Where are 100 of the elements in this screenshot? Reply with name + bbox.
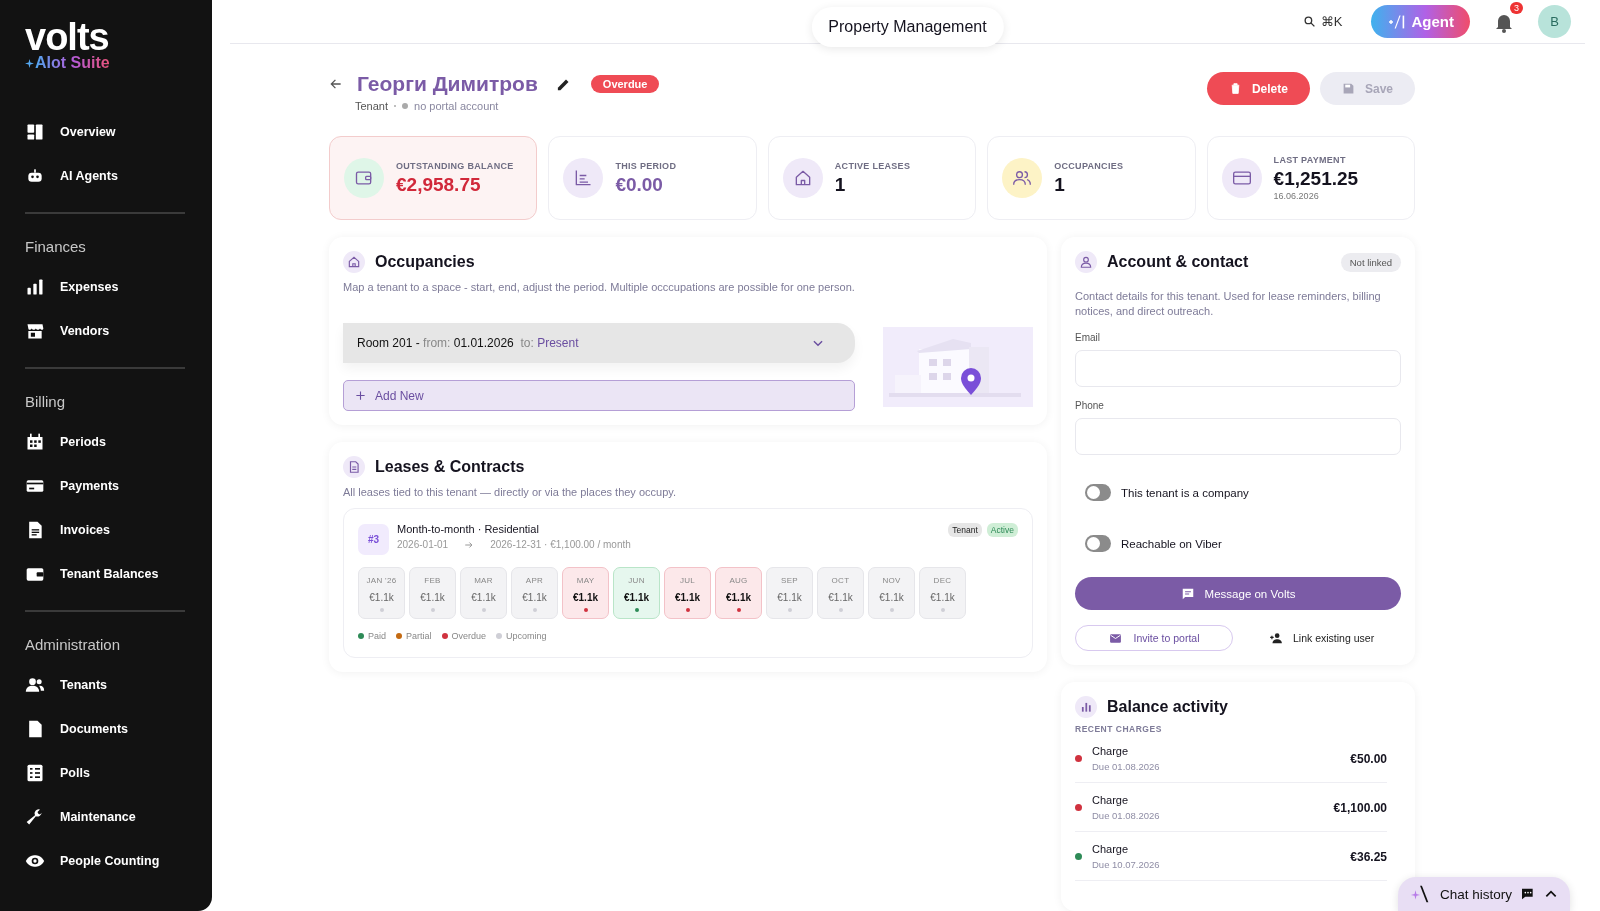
sidebar-item[interactable]: Tenants — [25, 663, 107, 707]
arrow-right-icon — [464, 539, 475, 550]
charge-amount: €50.00 — [1350, 751, 1387, 766]
chat-history-button[interactable]: Chat history — [1397, 877, 1570, 911]
dashboard-icon — [25, 122, 45, 142]
sidebar-item[interactable]: Invoices — [25, 508, 111, 552]
sidebar-item[interactable]: Expenses — [25, 265, 119, 309]
save-icon — [1341, 82, 1355, 95]
charge-title: Charge — [1092, 745, 1130, 757]
charge-amount: €36.25 — [1350, 849, 1387, 864]
message-button[interactable]: Message on Volts — [1075, 577, 1401, 610]
sidebar-item[interactable]: Maintenance — [25, 795, 136, 839]
tenant-name: Георги Димитров — [357, 72, 538, 96]
stat-label: ACTIVE LEASES — [834, 160, 911, 171]
notification-count: 3 — [1510, 1, 1523, 14]
store-icon — [25, 321, 45, 341]
month-tile: MAY €1.1k — [562, 567, 609, 619]
charge-due-date: Due 10.07.2026 — [1092, 859, 1161, 870]
month-tile: APR €1.1k — [511, 567, 558, 619]
month-tile: JAN '26 €1.1k — [358, 567, 405, 619]
field-label: Phone — [1075, 400, 1105, 411]
link-user-button[interactable]: Link existing user — [1263, 630, 1381, 646]
ai-logo-icon — [1386, 13, 1407, 30]
field-label: Email — [1075, 332, 1101, 343]
status-badge: Overdue — [590, 75, 660, 93]
sidebar-item[interactable]: Overview — [25, 110, 116, 154]
charge-title: Charge — [1092, 843, 1130, 855]
month-tile: NOV €1.1k — [868, 567, 915, 619]
stat-label: THIS PERIOD — [615, 160, 677, 171]
sidebar-item[interactable]: Documents — [25, 707, 129, 751]
back-arrow-icon[interactable] — [329, 77, 343, 91]
delete-button[interactable]: Delete — [1206, 72, 1310, 105]
person-icon — [1075, 251, 1097, 273]
month-tile: DEC €1.1k — [919, 567, 966, 619]
sidebar-item[interactable]: Periods — [25, 420, 106, 464]
house-icon — [343, 251, 365, 273]
period-icon — [563, 158, 604, 198]
checklist-icon — [25, 763, 45, 783]
legend-label: Paid — [368, 631, 386, 641]
search-button[interactable]: ⌘K — [1296, 13, 1349, 30]
balance-icon — [344, 158, 384, 198]
legend-label: Upcoming — [506, 631, 547, 641]
stat-value: €2,958.75 — [396, 173, 482, 196]
legend-label: Overdue — [451, 631, 487, 641]
charge-amount: €1,100.00 — [1333, 800, 1387, 815]
bars-icon — [25, 277, 45, 297]
section-description: Map a tenant to a space - start, end, adjust the period. Multiple occcupations are possible for one person. — [343, 281, 856, 293]
role-label: Tenant — [355, 100, 389, 112]
occupancy-dropdown[interactable]: Room 201 - from: 01.01.2026 to: Present — [343, 323, 855, 363]
sparkle-icon — [25, 58, 34, 68]
sidebar-item[interactable]: Payments — [25, 464, 120, 508]
sidebar-item[interactable]: Vendors — [25, 309, 110, 353]
chat-icon — [1520, 886, 1536, 902]
toggle-switch[interactable] — [1085, 484, 1111, 501]
lease-end-rent: 2026-12-31 · €1,100.00 / month — [490, 539, 631, 550]
sidebar-item[interactable]: Polls — [25, 751, 90, 795]
calendar-icon — [25, 432, 45, 452]
page-title: Property Management — [811, 7, 1004, 47]
lease-title: Month-to-month · Residential — [397, 523, 540, 535]
link-status-badge: Not linked — [1340, 252, 1401, 272]
section-description: All leases tied to this tenant — directly or via the places they occupy. — [343, 486, 678, 498]
section-title: Leases & Contracts — [375, 458, 525, 476]
occupancies-icon — [1002, 158, 1043, 198]
lease-tag: Active — [986, 523, 1018, 537]
chat-bubble-icon — [1180, 586, 1195, 601]
sidebar-heading: Billing — [25, 393, 67, 410]
lease-start-date: 2026-01-01 — [397, 539, 449, 550]
section-title: Account & contact — [1107, 253, 1249, 271]
section-title: Balance activity — [1107, 698, 1228, 716]
portal-status: no portal account — [414, 100, 499, 112]
month-tile: AUG €1.1k — [715, 567, 762, 619]
stat-value: 1 — [1054, 173, 1066, 196]
add-person-icon — [1269, 631, 1283, 645]
stat-label: LAST PAYMENT — [1273, 155, 1347, 165]
month-tile: JUL €1.1k — [664, 567, 711, 619]
sidebar-item[interactable]: AI Agents — [25, 154, 118, 198]
stat-value: 1 — [834, 173, 847, 196]
agent-button[interactable]: Agent — [1370, 5, 1470, 38]
toggle-label: Reachable on Viber — [1121, 537, 1222, 550]
stat-date: 16.06.2026 — [1273, 191, 1320, 201]
lease-tag: Tenant — [948, 523, 982, 537]
sidebar-item[interactable]: Tenant Balances — [25, 552, 159, 596]
charge-due-date: Due 01.08.2026 — [1092, 761, 1161, 772]
envelope-icon — [1108, 631, 1122, 645]
toggle-switch[interactable] — [1085, 535, 1111, 552]
month-tile: FEB €1.1k — [409, 567, 456, 619]
stat-value: €0.00 — [615, 173, 664, 196]
user-avatar[interactable]: B — [1538, 5, 1571, 38]
invite-button[interactable]: Invite to portal — [1075, 625, 1233, 651]
sidebar-item[interactable]: People Counting — [25, 839, 160, 883]
logo-wordmark: volts — [25, 20, 110, 54]
document-icon — [343, 456, 365, 478]
sidebar-heading: Administration — [25, 636, 122, 653]
leases-icon — [782, 158, 823, 198]
people-icon — [25, 675, 45, 695]
toggle-label: This tenant is a company — [1121, 486, 1249, 499]
legend-label: Partial — [406, 631, 432, 641]
stat-value: €1,251.25 — [1273, 168, 1359, 190]
search-icon — [1302, 15, 1316, 28]
add-new-button[interactable]: Add New — [343, 380, 855, 411]
